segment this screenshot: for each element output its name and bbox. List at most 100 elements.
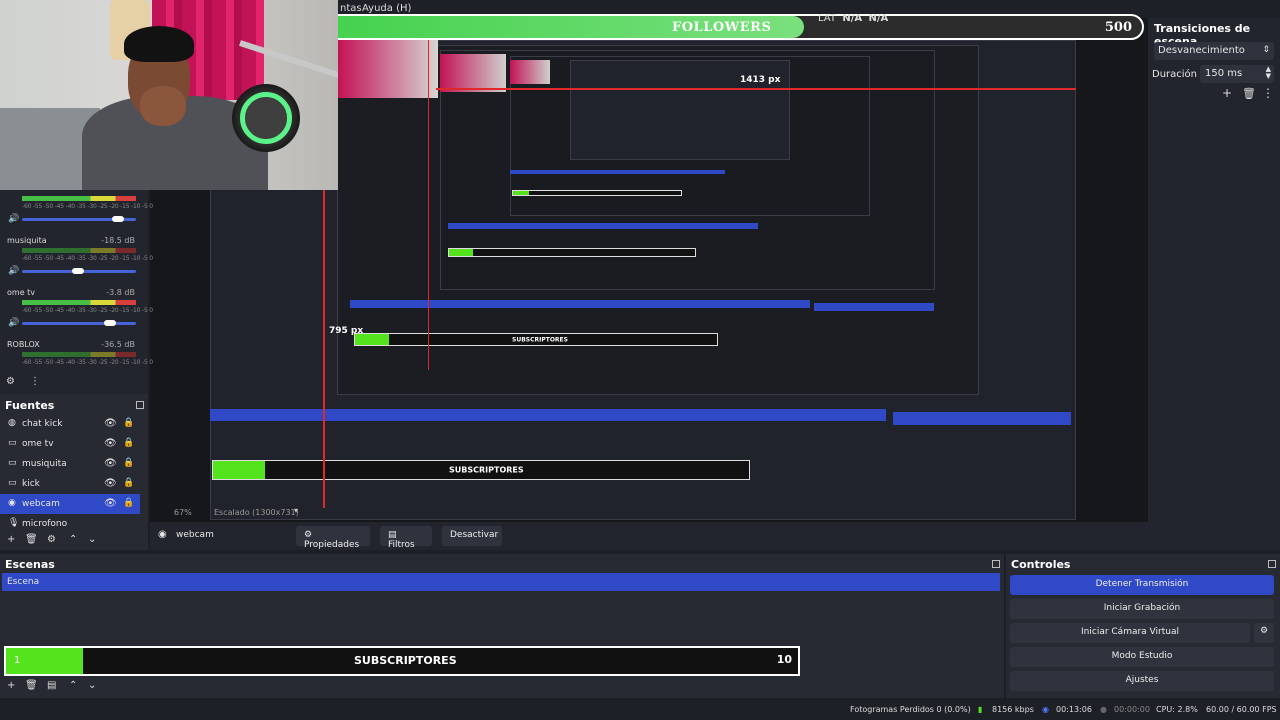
start-virtual-cam-button[interactable]: Iniciar Cámara Virtual [1010,623,1250,643]
properties-label: Propiedades [304,540,360,550]
volume-knob[interactable] [104,320,116,326]
undock-icon[interactable] [136,401,144,409]
trash-icon[interactable]: 🗑 [25,534,38,545]
deactivate-button[interactable]: Desactivar [442,526,502,546]
nested-webcam [440,54,506,92]
properties-button[interactable]: ⚙ Propiedades [296,526,370,550]
meter-scale: -60 -55 -50 -45 -40 -35 -30 -25 -20 -15 … [22,359,153,366]
lat-readout: LAT N/A N/A [818,13,889,24]
filter-icon[interactable]: ▤ [47,680,56,691]
gear-icon[interactable]: ⚙ [6,376,15,387]
add-scene-icon[interactable]: + [7,680,15,691]
lock-icon[interactable]: 🔒 [123,478,134,488]
add-source-icon[interactable]: + [7,534,15,545]
nested-subscribers-bar: SUBSCRIPTORES [354,333,718,346]
start-recording-button[interactable]: Iniciar Grabación [1010,599,1274,619]
nested-stop-button [814,303,934,311]
cpu-usage: CPU: 2.8% [1156,705,1198,714]
studio-mode-button[interactable]: Modo Estudio [1010,647,1274,667]
scale-label[interactable]: Escalado (1300x731) [214,508,299,517]
source-label: chat kick [22,419,63,429]
eye-icon[interactable]: 👁 [104,498,117,509]
duration-field[interactable]: 150 ms ▲ ▼ [1200,65,1274,83]
guide-line-horizontal [436,88,1076,90]
source-label: microfono [22,519,68,529]
eye-icon[interactable]: 👁 [104,438,117,449]
more-icon[interactable]: ⋮ [1262,86,1274,100]
settings-button[interactable]: Ajustes [1010,671,1274,691]
channel-name: ome tv [7,288,36,297]
source-row-microfono[interactable]: 🎙 microfono [0,514,140,534]
arrow-up-icon[interactable]: ⌃ [69,680,77,691]
followers-bar: 306 FOLLOWERS 500 [280,14,1144,40]
source-row-webcam[interactable]: ◉ webcam 👁 🔒 [0,494,140,514]
context-toolbar: ◉ webcam ⚙ Propiedades ▤ Filtros Desacti… [150,522,1148,550]
trash-icon[interactable]: 🗑 [1242,87,1256,100]
camera-icon: ◉ [158,529,167,540]
level-meter [22,300,136,305]
transition-select[interactable]: Desvanecimiento ⇕ [1154,42,1274,60]
stream-icon: ◉ [1042,705,1049,714]
source-row-musiquita[interactable]: ▭ musiquita 👁 🔒 [0,454,140,474]
signal-icon: ▮ [978,705,983,714]
fps: 60.00 / 60.00 FPS [1206,705,1277,714]
source-row-chat-kick[interactable]: ◍ chat kick 👁 🔒 [0,414,140,434]
followers-goal: 500 [1104,20,1132,35]
add-transition-icon[interactable]: + [1222,86,1232,100]
zoom-level[interactable]: 67% [174,508,192,517]
ring-light [240,92,292,144]
lock-icon[interactable]: 🔒 [123,458,134,468]
more-icon[interactable]: ⋮ [30,376,40,387]
stop-stream-button[interactable]: Detener Transmisión [1010,575,1274,595]
scene-row[interactable]: Escena [2,573,1000,591]
undock-icon[interactable] [1268,560,1276,568]
nested-scene-bar [210,409,886,421]
nested-subscribers-bar: SUBSCRIPTORES [212,460,750,480]
meter-scale: -60 -55 -50 -45 -40 -35 -30 -25 -20 -15 … [22,255,153,262]
measure-vertical-label: 795 px [329,326,364,336]
lock-icon[interactable]: 🔒 [123,418,134,428]
record-icon: ● [1100,705,1107,714]
gear-icon[interactable]: ⚙ [1254,623,1274,643]
status-bar: Fotogramas Perdidos 0 (0.0%) ▮ 8156 kbps… [0,700,1280,720]
arrow-up-icon[interactable]: ⌃ [69,534,77,545]
spinner-icon[interactable]: ▲ ▼ [1266,66,1271,80]
gear-icon[interactable]: ⚙ [47,534,56,545]
scenes-title: Escenas [5,558,55,571]
scene-label: Escena [7,577,40,587]
speaker-icon[interactable]: 🔊 [8,266,19,276]
lock-icon[interactable]: 🔒 [123,498,134,508]
level-meter [22,352,136,357]
menu-item-tools[interactable]: ntas [340,3,362,14]
volume-slider[interactable] [22,322,136,325]
volume-knob[interactable] [112,216,124,222]
guide-line-vertical [428,40,429,370]
subscribers-goal: 10 [776,653,792,666]
lock-icon[interactable]: 🔒 [123,438,134,448]
trash-icon[interactable]: 🗑 [25,680,38,691]
scale-dropdown-icon[interactable]: ▾ [294,506,298,515]
speaker-icon[interactable]: 🔊 [8,318,19,328]
record-time: 00:00:00 [1114,705,1150,714]
eye-icon[interactable]: 👁 [104,478,117,489]
nested-scene-bar [350,300,810,308]
source-row-ome-tv[interactable]: ▭ ome tv 👁 🔒 [0,434,140,454]
speaker-icon[interactable]: 🔊 [8,214,19,224]
nested-stop-button [893,412,1071,425]
chevron-updown-icon: ⇕ [1262,45,1270,55]
arrow-down-icon[interactable]: ⌄ [88,680,96,691]
undock-icon[interactable] [992,560,1000,568]
menu-item-help[interactable]: Ayuda (H) [362,3,411,14]
window-icon: ▭ [8,438,17,448]
transitions-dock: Transiciones de escena Desvanecimiento ⇕… [1148,18,1280,550]
nested-scene-bar [448,223,758,229]
source-row-kick[interactable]: ▭ kick 👁 🔒 [0,474,140,494]
eye-icon[interactable]: 👁 [104,458,117,469]
channel-db: -18.5 dB [101,236,135,245]
arrow-down-icon[interactable]: ⌄ [88,534,96,545]
camera-icon: ◉ [8,498,16,508]
window-icon: ▭ [8,458,17,468]
volume-knob[interactable] [72,268,84,274]
filters-button[interactable]: ▤ Filtros [380,526,432,550]
eye-icon[interactable]: 👁 [104,418,117,429]
